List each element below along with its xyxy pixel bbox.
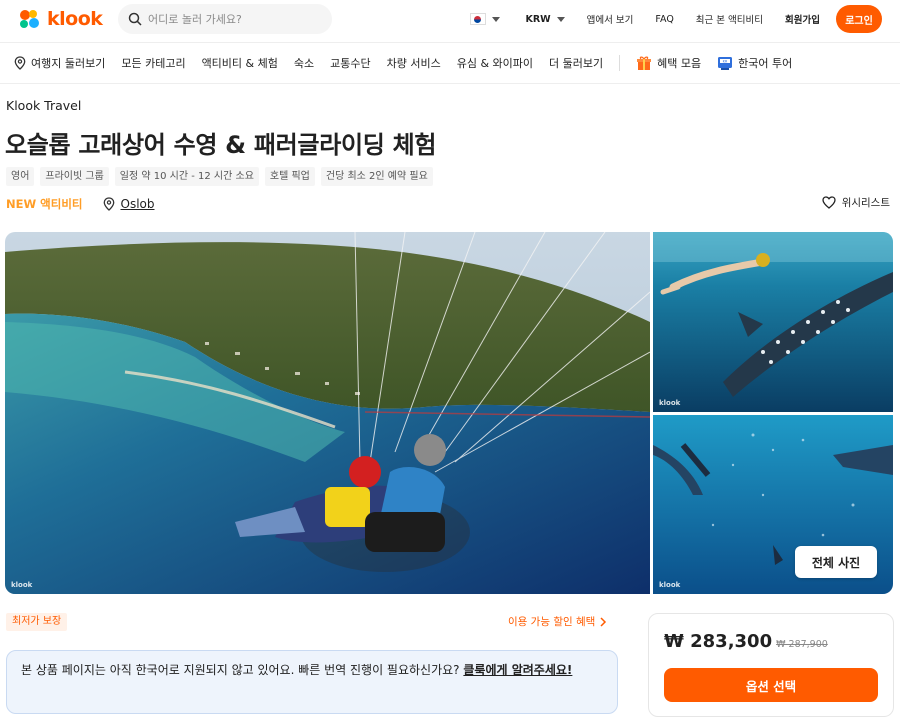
logo-text: klook [47,8,103,30]
available-discounts-link[interactable]: 이용 가능 할인 혜택 [508,614,607,629]
heart-icon [822,196,836,209]
klook-watermark: klook [659,581,681,589]
select-options-button[interactable]: 옵션 선택 [664,668,878,702]
search-icon [128,12,142,26]
nav-item-car-services[interactable]: 차량 서비스 [387,55,441,71]
header-actions: KRW 앱에서 보기 FAQ 최근 본 액티비티 회원가입 로그인 [469,5,882,33]
breadcrumb[interactable]: Klook Travel [6,98,81,113]
nav-item-destinations[interactable]: 여행지 둘러보기 [14,55,105,71]
nav-item-label: 액티비티 & 체험 [201,57,278,70]
location-name: Oslob [120,197,155,211]
nav-item-label: 차량 서비스 [386,57,441,70]
nav-item-label: 여행지 둘러보기 [31,57,106,70]
product-tags: 영어 프라이빗 그룹 일정 약 10 시간 - 12 시간 소요 호텔 픽업 건… [6,167,433,186]
location-link[interactable]: Oslob [103,197,155,211]
nav-item-label: 교통수단 [330,57,371,70]
chevron-down-icon [556,16,565,22]
tag-min-booking: 건당 최소 2인 예약 필요 [320,167,433,186]
price-display: ₩ 283,300 ₩ 287,900 [664,631,828,652]
signup-link[interactable]: 회원가입 [785,12,820,26]
location-pin-icon [14,56,26,70]
tag-duration: 일정 약 10 시간 - 12 시간 소요 [114,167,259,186]
klook-logo-icon [20,10,39,28]
nav-item-transport[interactable]: 교통수단 [330,55,370,71]
svg-text:KR: KR [723,59,728,63]
currency-label: KRW [525,13,551,25]
nav-item-label: 숙소 [293,57,315,70]
login-button[interactable]: 로그인 [836,5,882,33]
nav-item-korean-tour[interactable]: KR 한국어 투어 [717,55,792,71]
nav-item-all-categories[interactable]: 모든 카테고리 [121,55,185,71]
nav-item-label: 혜택 모음 [657,57,702,70]
nav-item-activities[interactable]: 액티비티 & 체험 [202,55,278,71]
whale-shark-swim-image [653,232,893,412]
kr-tour-icon: KR [718,57,733,70]
search-input[interactable] [148,12,318,26]
nav-item-label: 유심 & 와이파이 [456,57,533,70]
wishlist-label: 위시리스트 [841,197,890,209]
best-price-badge: 최저가 보장 [6,613,68,631]
translation-notice: 본 상품 페이지는 아직 한국어로 지원되지 않고 있어요. 빠른 번역 진행이… [6,650,618,714]
new-activity-badge: NEW 액티비티 [6,197,83,211]
main-nav: 여행지 둘러보기 모든 카테고리 액티비티 & 체험 숙소 교통수단 차량 서비… [0,42,900,84]
view-all-photos-button[interactable]: 전체 사진 [795,546,877,578]
tag-hotel-pickup: 호텔 픽업 [264,167,315,186]
currency-selector[interactable]: KRW [526,14,565,25]
paragliding-image [5,232,650,594]
nav-divider [619,55,621,71]
klook-watermark: klook [11,581,33,589]
nav-item-more[interactable]: 더 둘러보기 [549,55,603,71]
chevron-down-icon [491,16,500,22]
south-korea-flag-icon [469,13,486,25]
search-bar[interactable] [118,4,332,34]
original-price: ₩ 287,900 [776,639,828,650]
tag-group-type: 프라이빗 그룹 [40,167,109,186]
current-price: ₩ 283,300 [664,631,773,652]
nav-item-label: 한국어 투어 [738,57,793,70]
gift-icon [637,56,652,70]
photo-paragliding[interactable]: klook [5,232,650,594]
klook-logo[interactable]: klook [16,6,103,32]
photo-whale-shark-dive[interactable]: klook 전체 사진 [653,415,893,594]
faq-link[interactable]: FAQ [655,14,673,25]
klook-watermark: klook [659,399,681,407]
nav-item-stays[interactable]: 숙소 [294,55,314,71]
photo-whale-shark-swim[interactable]: klook [653,232,893,412]
booking-card: ₩ 283,300 ₩ 287,900 옵션 선택 [648,613,894,717]
app-download-link[interactable]: 앱에서 보기 [587,12,634,26]
site-header: klook KRW 앱에서 보기 FAQ 최근 본 액티비티 회원가입 로그인 [0,0,900,40]
notice-text: 본 상품 페이지는 아직 한국어로 지원되지 않고 있어요. 빠른 번역 진행이… [21,663,464,677]
nav-item-sim-wifi[interactable]: 유심 & 와이파이 [457,55,533,71]
chevron-right-icon [600,616,607,627]
discount-link-label: 이용 가능 할인 혜택 [508,616,596,628]
location-pin-icon [103,197,114,211]
notify-klook-link[interactable]: 클룩에게 알려주세요! [463,663,572,677]
tag-language: 영어 [6,167,35,186]
nav-item-label: 더 둘러보기 [549,57,604,70]
product-meta: NEW 액티비티 Oslob [6,196,155,212]
recently-viewed-link[interactable]: 최근 본 액티비티 [696,12,763,26]
language-selector[interactable] [469,13,500,25]
wishlist-button[interactable]: 위시리스트 [822,195,890,210]
nav-item-label: 모든 카테고리 [121,57,186,70]
page-title: 오슬롭 고래상어 수영 & 패러글라이딩 체험 [5,131,437,159]
nav-item-deals[interactable]: 혜택 모음 [636,55,701,71]
